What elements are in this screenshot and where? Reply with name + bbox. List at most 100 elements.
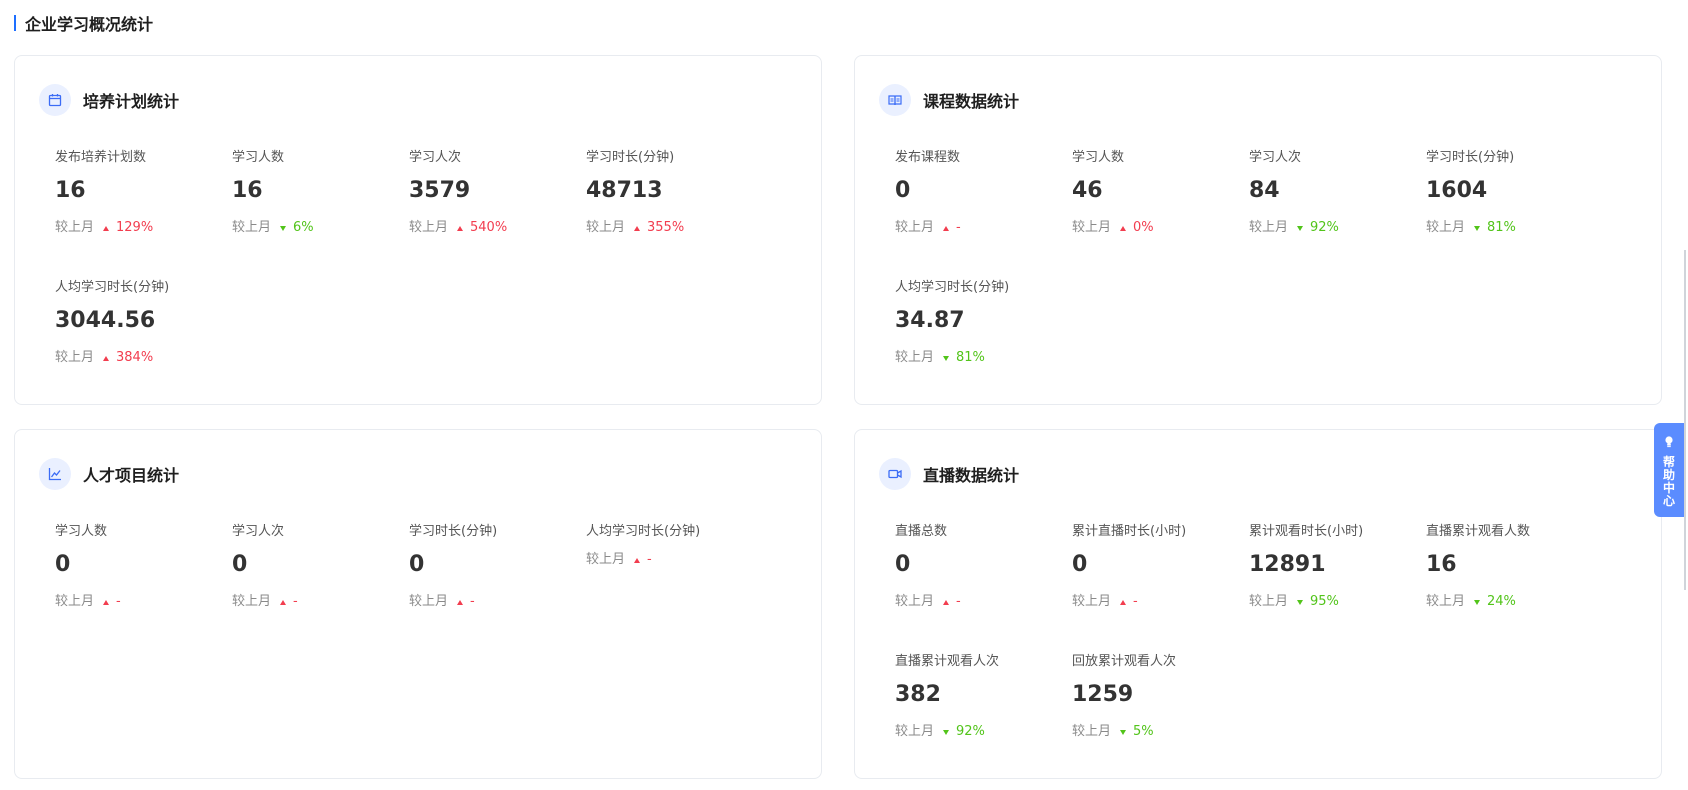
compare-percent: 540% [470,220,508,235]
scrollbar[interactable] [1684,250,1686,590]
metric-compare: 较上月 - [1072,593,1242,611]
metric-label: 发布培养计划数 [55,150,147,165]
page-title-text: 企业学习概况统计 [25,15,154,34]
metric-item: 学习人次 84 较上月 92% [1249,149,1419,237]
metric-label: 回放累计观看人次 [1072,654,1177,669]
metric-item: 发布培养计划数 16 较上月 129% [55,149,225,237]
help-center-button[interactable]: 帮助中心 [1654,423,1684,517]
book-icon [879,84,911,116]
card-header: 课程数据统计 [879,84,1019,116]
compare-label: 较上月 [895,724,935,739]
compare-percent: - [1133,594,1138,609]
metric-value: 46 [1072,178,1103,203]
metric-compare: 较上月 384% [55,349,225,367]
metric-label: 学习人次 [232,524,285,539]
compare-percent: - [293,594,298,609]
metric-compare: 较上月 - [232,593,402,611]
metric-compare: 较上月 355% [586,219,756,237]
metric-label: 学习人数 [55,524,108,539]
trend-down-icon [280,225,287,231]
compare-percent: 0% [1133,220,1154,235]
metric-compare: 较上月 - [55,593,225,611]
lightbulb-icon [1663,433,1675,452]
metric-value: 48713 [586,178,663,203]
metric-compare: 较上月 92% [895,723,1065,741]
card-header: 直播数据统计 [879,458,1019,490]
metric-label: 学习时长(分钟) [409,524,498,539]
metric-value: 34.87 [895,308,965,333]
compare-label: 较上月 [895,350,935,365]
calendar-icon [39,84,71,116]
trend-up-icon [634,557,641,563]
metric-value: 3579 [409,178,471,203]
compare-label: 较上月 [586,220,626,235]
metric-item: 学习人次 0 较上月 - [232,523,402,611]
compare-percent: 95% [1310,594,1339,609]
compare-label: 较上月 [1426,594,1466,609]
metric-item: 学习人数 0 较上月 - [55,523,225,611]
compare-label: 较上月 [1426,220,1466,235]
metric-item: 直播累计观看人次 382 较上月 92% [895,653,1065,741]
trend-down-icon [943,729,950,735]
metric-label: 学习人数 [232,150,285,165]
page-title: 企业学习概况统计 [14,12,153,34]
compare-percent: 92% [956,724,985,739]
metric-compare: 较上月 - [586,551,756,569]
metric-item: 累计直播时长(小时) 0 较上月 - [1072,523,1242,611]
metric-value: 0 [232,552,248,577]
metric-item: 发布课程数 0 较上月 - [895,149,1065,237]
metric-label: 直播累计观看人次 [895,654,1000,669]
compare-percent: 129% [116,220,154,235]
metric-value: 16 [55,178,86,203]
metric-item: 回放累计观看人次 1259 较上月 5% [1072,653,1242,741]
compare-label: 较上月 [895,220,935,235]
metric-item: 学习时长(分钟) 1604 较上月 81% [1426,149,1596,237]
compare-label: 较上月 [409,220,449,235]
compare-percent: 24% [1487,594,1516,609]
metric-value: 3044.56 [55,308,156,333]
metric-value: 12891 [1249,552,1326,577]
metric-value: 16 [1426,552,1457,577]
metric-label: 学习时长(分钟) [586,150,675,165]
metric-value: 16 [232,178,263,203]
card-talent-stats: 人才项目统计 学习人数 0 较上月 - 学习人次 0 较上月 - 学习时长(分钟) 0 较上月 - 人均… [14,429,822,779]
metric-value: 0 [55,552,71,577]
metric-value: 84 [1249,178,1280,203]
metric-label: 学习人次 [1249,150,1302,165]
metric-value: 0 [895,552,911,577]
metric-label: 直播总数 [895,524,948,539]
metric-value: 382 [895,682,941,707]
metric-label: 学习人次 [409,150,462,165]
trend-down-icon [1120,729,1127,735]
trend-down-icon [1474,599,1481,605]
metric-item: 学习时长(分钟) 48713 较上月 355% [586,149,756,237]
metric-value: 1604 [1426,178,1488,203]
metric-item: 人均学习时长(分钟) 34.87 较上月 81% [895,279,1065,367]
compare-percent: - [116,594,121,609]
compare-label: 较上月 [1249,220,1289,235]
compare-label: 较上月 [1072,724,1112,739]
compare-label: 较上月 [1072,594,1112,609]
trend-up-icon [457,599,464,605]
metric-compare: 较上月 - [895,593,1065,611]
compare-label: 较上月 [55,220,95,235]
compare-percent: - [647,552,652,567]
metric-compare: 较上月 5% [1072,723,1242,741]
metric-label: 学习时长(分钟) [1426,150,1515,165]
card-header: 培养计划统计 [39,84,179,116]
metric-label: 累计观看时长(小时) [1249,524,1364,539]
compare-percent: - [956,220,961,235]
compare-percent: - [470,594,475,609]
compare-label: 较上月 [1249,594,1289,609]
metric-compare: 较上月 81% [895,349,1065,367]
compare-percent: 6% [293,220,314,235]
trend-up-icon [457,225,464,231]
metric-label: 累计直播时长(小时) [1072,524,1187,539]
metric-item: 学习人数 46 较上月 0% [1072,149,1242,237]
metric-compare: 较上月 540% [409,219,579,237]
metric-item: 直播累计观看人数 16 较上月 24% [1426,523,1596,611]
metric-item: 人均学习时长(分钟) 较上月 - [586,523,756,569]
trend-up-icon [103,355,110,361]
trend-down-icon [1297,599,1304,605]
card-title: 人才项目统计 [83,466,180,485]
